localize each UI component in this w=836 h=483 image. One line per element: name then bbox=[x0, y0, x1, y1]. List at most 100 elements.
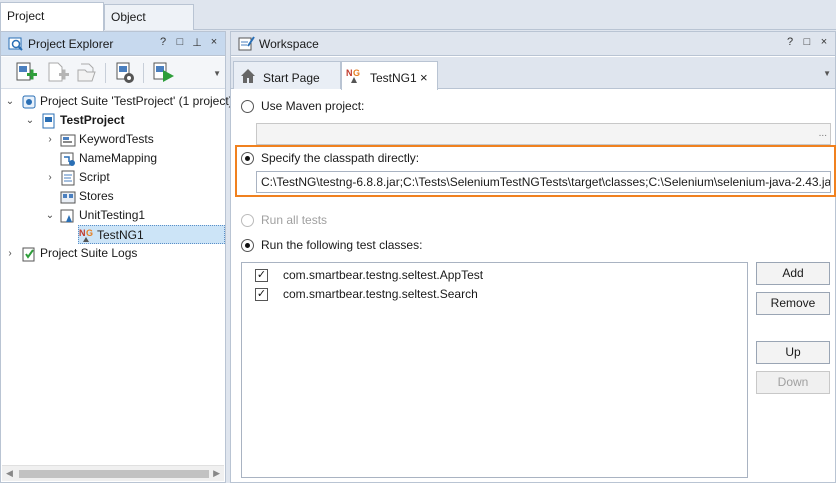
svg-text:N: N bbox=[346, 68, 353, 78]
project-tree: ⌄ Project Suite 'TestProject' (1 project… bbox=[1, 90, 233, 460]
tree-item-label: TestProject bbox=[60, 113, 125, 127]
home-icon bbox=[241, 69, 255, 83]
svg-text:N: N bbox=[79, 228, 86, 238]
tree-item-label: KeywordTests bbox=[79, 132, 154, 146]
folder-open-icon bbox=[77, 63, 96, 82]
maximize-icon[interactable]: □ bbox=[802, 36, 812, 48]
maven-project-field[interactable]: ... bbox=[256, 123, 831, 145]
class-checkbox[interactable]: ✓ bbox=[255, 288, 268, 301]
tab-label: Start Page bbox=[263, 71, 320, 85]
tab-project-workspace[interactable]: Project Workspace bbox=[0, 2, 104, 49]
specify-classpath-radio[interactable] bbox=[241, 152, 254, 165]
stores-icon bbox=[60, 191, 76, 204]
panel-title: Workspace bbox=[259, 37, 319, 51]
testng-icon: N G bbox=[79, 228, 93, 242]
tree-item-label: Project Suite 'TestProject' (1 project) bbox=[40, 94, 233, 108]
project-suite-icon bbox=[22, 95, 36, 109]
panel-title: Project Explorer bbox=[28, 37, 114, 51]
tree-item-label: NameMapping bbox=[79, 151, 158, 165]
specify-classpath-label: Specify the classpath directly: bbox=[261, 151, 420, 165]
collapse-icon[interactable]: ⌄ bbox=[25, 111, 35, 130]
move-down-button[interactable]: Down bbox=[756, 371, 830, 394]
tab-start-page[interactable]: Start Page bbox=[233, 61, 341, 89]
testng-icon: N G bbox=[346, 68, 360, 83]
collapse-icon[interactable]: ⌄ bbox=[5, 92, 15, 111]
class-name: com.smartbear.testng.seltest.AppTest bbox=[283, 268, 484, 282]
project-explorer-panel: Project Explorer ? □ ⊥ × ▼ ⌄ Project Sui… bbox=[0, 31, 233, 483]
svg-text:G: G bbox=[86, 228, 93, 238]
project-explorer-header: Project Explorer ? □ ⊥ × bbox=[1, 32, 225, 56]
tab-testng1[interactable]: N G TestNG1 × bbox=[341, 61, 438, 90]
remove-button[interactable]: Remove bbox=[756, 292, 830, 315]
tree-item-testng1[interactable]: N G TestNG1 bbox=[78, 225, 225, 244]
workspace-header: Workspace ? □ × bbox=[231, 32, 835, 56]
add-new-item-button[interactable] bbox=[13, 61, 39, 85]
explorer-toolbar: ▼ bbox=[1, 57, 225, 89]
tree-item-testproject[interactable]: ⌄ TestProject bbox=[1, 111, 225, 130]
run-all-tests-label: Run all tests bbox=[261, 213, 328, 227]
help-icon[interactable]: ? bbox=[158, 36, 168, 49]
add-existing-item-icon bbox=[48, 62, 69, 82]
scroll-left-icon[interactable]: ◀ bbox=[6, 468, 13, 479]
tree-item-namemapping[interactable]: NameMapping bbox=[1, 149, 225, 168]
logs-icon bbox=[22, 247, 35, 262]
class-name: com.smartbear.testng.seltest.Search bbox=[283, 287, 478, 301]
close-icon[interactable]: × bbox=[209, 36, 219, 49]
horizontal-scrollbar[interactable]: ◀ ▶ bbox=[2, 465, 224, 481]
run-following-label: Run the following test classes: bbox=[261, 238, 423, 252]
classpath-value: C:\TestNG\testng-6.8.8.jar;C:\Tests\Sele… bbox=[261, 175, 831, 189]
run-following-radio[interactable] bbox=[241, 239, 254, 252]
tree-item-label: Script bbox=[79, 170, 110, 184]
add-button[interactable]: Add bbox=[756, 262, 830, 285]
document-tab-bar: Start Page N G TestNG1 × ▼ bbox=[231, 57, 835, 90]
test-classes-list[interactable]: ✓ com.smartbear.testng.seltest.AppTest ✓… bbox=[241, 262, 748, 478]
expand-icon[interactable]: › bbox=[45, 130, 55, 149]
run-project-button[interactable] bbox=[151, 61, 177, 85]
collapse-icon[interactable]: ⌄ bbox=[45, 206, 55, 225]
tree-item-project-suite-logs[interactable]: › Project Suite Logs bbox=[1, 244, 225, 263]
top-tab-bar: Project Workspace Object Browser bbox=[0, 0, 836, 49]
scroll-right-icon[interactable]: ▶ bbox=[213, 468, 220, 479]
testng-editor: Use Maven project: ... Specify the class… bbox=[231, 90, 836, 482]
toolbar-overflow-icon[interactable]: ▼ bbox=[213, 69, 221, 78]
tree-item-keywordtests[interactable]: › KeywordTests bbox=[1, 130, 225, 149]
project-icon bbox=[42, 113, 55, 129]
pin-icon[interactable]: ⊥ bbox=[192, 36, 202, 49]
tree-item-script[interactable]: › Script bbox=[1, 168, 225, 187]
expand-icon[interactable]: › bbox=[45, 168, 55, 187]
maximize-icon[interactable]: □ bbox=[175, 36, 185, 49]
add-new-item-icon bbox=[16, 62, 37, 81]
use-maven-label: Use Maven project: bbox=[261, 99, 365, 113]
tree-item-project-suite[interactable]: ⌄ Project Suite 'TestProject' (1 project… bbox=[1, 92, 233, 111]
use-maven-radio[interactable] bbox=[241, 100, 254, 113]
tree-item-stores[interactable]: Stores bbox=[1, 187, 225, 206]
scrollbar-thumb[interactable] bbox=[19, 470, 209, 478]
add-existing-item-button[interactable] bbox=[45, 61, 71, 85]
open-item-button[interactable] bbox=[75, 61, 101, 85]
workspace-icon bbox=[238, 36, 255, 51]
browse-button[interactable]: ... bbox=[819, 124, 827, 144]
project-properties-button[interactable] bbox=[113, 61, 139, 85]
close-icon[interactable]: × bbox=[819, 36, 829, 48]
workspace-panel: Workspace ? □ × Start Page N G TestNG1 ×… bbox=[230, 31, 836, 483]
run-icon bbox=[153, 62, 174, 82]
keyword-tests-icon bbox=[60, 134, 76, 147]
project-properties-icon bbox=[116, 62, 134, 83]
classpath-input[interactable]: C:\TestNG\testng-6.8.8.jar;C:\Tests\Sele… bbox=[256, 171, 831, 193]
run-all-tests-radio[interactable] bbox=[241, 214, 254, 227]
move-up-button[interactable]: Up bbox=[756, 341, 830, 364]
class-checkbox[interactable]: ✓ bbox=[255, 269, 268, 282]
unit-testing-icon bbox=[60, 209, 74, 223]
tab-object-browser[interactable]: Object Browser bbox=[104, 4, 194, 48]
tab-label: TestNG1 bbox=[370, 71, 417, 85]
tree-item-label: UnitTesting1 bbox=[79, 208, 146, 222]
project-explorer-icon bbox=[8, 37, 23, 51]
expand-icon[interactable]: › bbox=[5, 244, 15, 263]
name-mapping-icon bbox=[60, 152, 75, 166]
tree-item-unittesting1[interactable]: ⌄ UnitTesting1 bbox=[1, 206, 225, 225]
close-tab-icon[interactable]: × bbox=[420, 65, 428, 91]
help-icon[interactable]: ? bbox=[785, 36, 795, 48]
tab-list-dropdown-icon[interactable]: ▼ bbox=[823, 69, 831, 78]
tree-item-label: TestNG1 bbox=[97, 228, 144, 242]
tree-item-label: Project Suite Logs bbox=[40, 246, 138, 260]
